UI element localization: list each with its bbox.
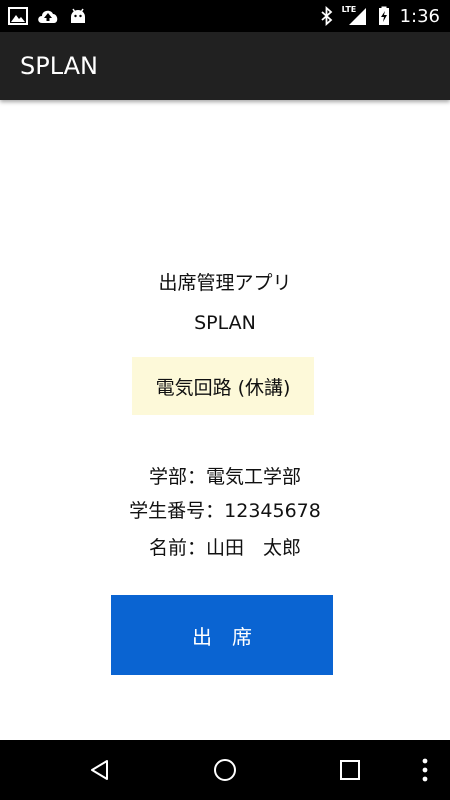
status-time: 1:36 xyxy=(399,5,440,27)
faculty-line: 学部：電気工学部 xyxy=(148,466,301,488)
course-label: 電気回路 (休講) xyxy=(155,376,291,399)
network-label: LTE xyxy=(341,5,357,14)
navigation-bar xyxy=(0,740,450,800)
system-status-icons: LTE 1:36 xyxy=(320,0,440,32)
cloud-upload-icon xyxy=(36,7,60,25)
bluetooth-icon xyxy=(320,6,334,26)
back-icon[interactable] xyxy=(78,740,122,800)
app-bar: SPLAN xyxy=(0,32,450,100)
image-icon xyxy=(8,7,28,25)
app-subtitle: 出席管理アプリ xyxy=(158,272,292,294)
notification-icons xyxy=(8,0,88,32)
student-name-line: 名前：山田 太郎 xyxy=(148,537,301,559)
course-status-box: 電気回路 (休講) xyxy=(132,357,314,415)
lte-signal-icon: LTE xyxy=(341,5,368,26)
main-content: 出席管理アプリ SPLAN 電気回路 (休講) 学部：電気工学部 学生番号：12… xyxy=(0,100,450,740)
home-icon[interactable] xyxy=(203,740,247,800)
attend-button-label: 出 席 xyxy=(192,626,252,649)
android-icon xyxy=(68,6,88,26)
battery-charging-icon xyxy=(378,6,390,26)
attend-button[interactable]: 出 席 xyxy=(111,595,333,675)
app-name: SPLAN xyxy=(194,312,256,334)
more-vert-icon[interactable] xyxy=(410,740,440,800)
student-id-line: 学生番号：12345678 xyxy=(129,500,321,522)
recents-icon[interactable] xyxy=(328,740,372,800)
app-title: SPLAN xyxy=(20,52,98,80)
status-bar: LTE 1:36 xyxy=(0,0,450,32)
